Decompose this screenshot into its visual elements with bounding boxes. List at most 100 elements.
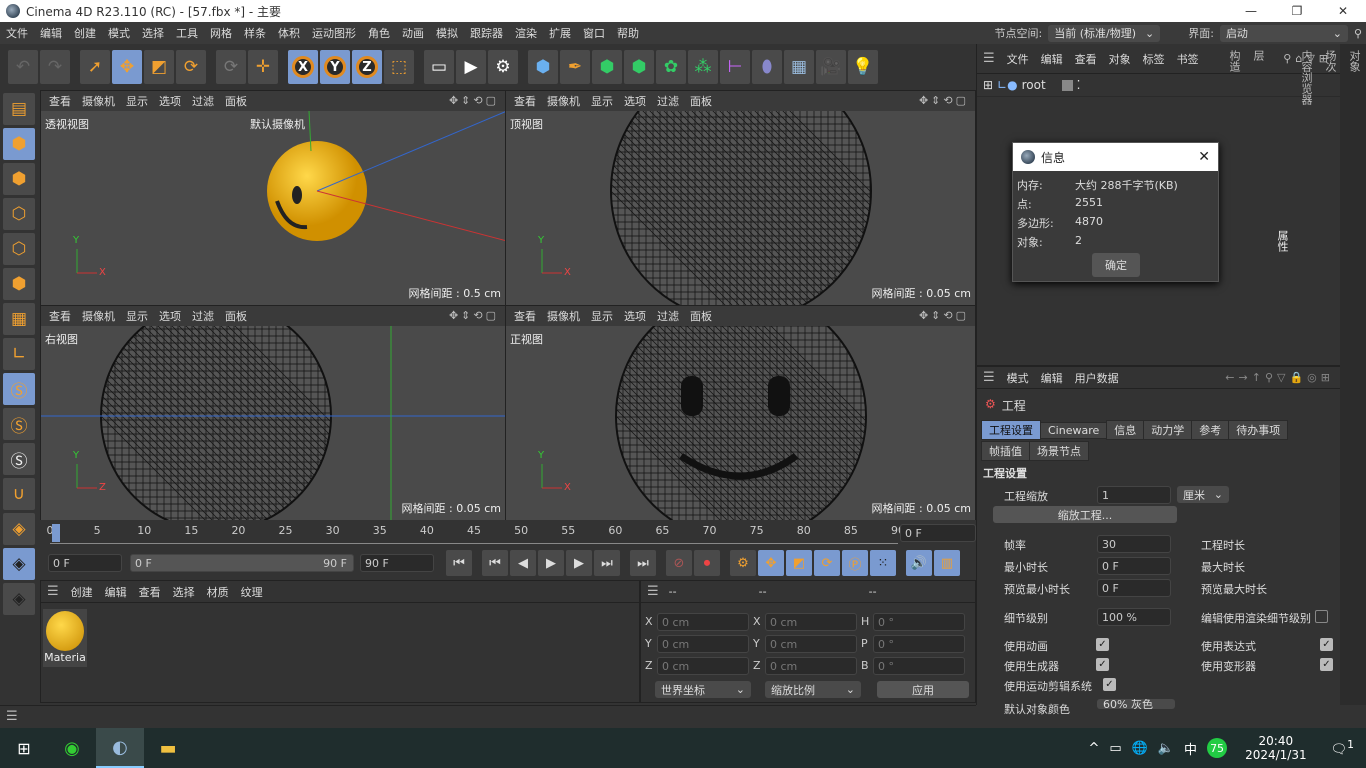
object-row-root[interactable]: ⊞ ∟● root ⁚ bbox=[983, 78, 1080, 92]
panel-menu-item[interactable]: 用户数据 bbox=[1075, 370, 1119, 386]
material-swatch[interactable]: Materia bbox=[43, 609, 87, 667]
panel-menu-item[interactable]: 创建 bbox=[71, 584, 93, 600]
polygon-mode-button[interactable]: ⬢ bbox=[3, 268, 35, 300]
pen-button[interactable]: ✒ bbox=[560, 50, 590, 84]
viewport-menu-item[interactable]: 查看 bbox=[49, 308, 71, 324]
move-tool-button[interactable]: ✥ bbox=[112, 50, 142, 84]
browser-app-icon[interactable]: ◉ bbox=[48, 738, 96, 759]
menu-item[interactable]: 选择 bbox=[136, 25, 170, 41]
viewport-menu-item[interactable]: 过滤 bbox=[657, 93, 679, 109]
viewport-navigation-icons[interactable]: ✥⇕⟲▢ bbox=[919, 94, 969, 107]
expand-icon[interactable]: ⊞ bbox=[983, 78, 993, 92]
panel-menu-item[interactable]: 书签 bbox=[1177, 51, 1199, 67]
viewport-menu-item[interactable]: 显示 bbox=[126, 308, 148, 324]
panel-menu-item[interactable]: 选择 bbox=[173, 584, 195, 600]
previous-key-button[interactable]: ⏮ bbox=[482, 550, 508, 576]
cube-button[interactable]: ⬢ bbox=[528, 50, 558, 84]
viewport-menu-item[interactable]: 摄像机 bbox=[547, 308, 580, 324]
redo-button[interactable]: ↷ bbox=[40, 50, 70, 84]
coordinate-field[interactable]: 0 cm bbox=[765, 635, 857, 653]
viewport[interactable]: 查看 摄像机 显示 选项 过滤 面板 ✥⇕⟲▢ 透视视图 默认摄像机 网格间距 : 0.5 cm Y… bbox=[40, 90, 506, 306]
notifications-icon[interactable]: 🗨1 bbox=[1331, 738, 1354, 757]
viewport-navigation-icons[interactable]: ✥⇕⟲▢ bbox=[449, 309, 499, 322]
coordinate-field[interactable]: 0 ° bbox=[873, 635, 965, 653]
panel-menu-item[interactable]: 材质 bbox=[207, 584, 229, 600]
ime-indicator[interactable]: 中 bbox=[1184, 739, 1197, 758]
make-editable-button[interactable]: ▤ bbox=[3, 93, 35, 125]
hamburger-menu-icon[interactable]: ☰ bbox=[6, 709, 18, 724]
menu-item[interactable]: 模式 bbox=[102, 25, 136, 41]
object-color-dropdown[interactable]: 60% 灰色 bbox=[1097, 699, 1175, 709]
viewport-menu-item[interactable]: 选项 bbox=[159, 308, 181, 324]
coordinate-mode-dropdown[interactable]: 世界坐标 ⌄ bbox=[655, 681, 751, 698]
scale-tool-button[interactable]: ◩ bbox=[144, 50, 174, 84]
menu-item[interactable]: 模拟 bbox=[430, 25, 464, 41]
coordinate-field[interactable]: 0 ° bbox=[873, 657, 965, 675]
panel-menu-item[interactable]: 查看 bbox=[1075, 51, 1097, 67]
dialog-close-button[interactable]: ✕ bbox=[1198, 149, 1210, 165]
workplane-button[interactable]: ◈ bbox=[3, 513, 35, 545]
menu-item[interactable]: 跟踪器 bbox=[464, 25, 509, 41]
snap-settings-button[interactable]: Ⓢ bbox=[3, 408, 35, 440]
key-position-button[interactable]: ✥ bbox=[758, 550, 784, 576]
rotate-tool-button[interactable]: ⟳ bbox=[176, 50, 206, 84]
end-frame-field[interactable]: 90 F bbox=[360, 554, 434, 572]
panel-menu-item[interactable]: 纹理 bbox=[241, 584, 263, 600]
clock[interactable]: 20:40 2024/1/31 bbox=[1245, 734, 1307, 762]
locked-workplane-button[interactable]: ◈ bbox=[3, 548, 35, 580]
minimize-button[interactable]: — bbox=[1228, 0, 1274, 22]
go-to-start-button[interactable]: ⏮ bbox=[446, 550, 472, 576]
layout-dropdown[interactable]: 启动 ⌄ bbox=[1219, 24, 1348, 42]
hamburger-menu-icon[interactable]: ☰ bbox=[647, 584, 659, 599]
timeline-ruler[interactable]: 0 5 10 15 20 25 30 35 40 45 50 55 60 65 70 75 80 85 90 bbox=[47, 524, 905, 544]
value-field[interactable]: 0 F bbox=[1097, 557, 1171, 575]
menu-item[interactable]: 网格 bbox=[204, 25, 238, 41]
attribute-tab[interactable]: 场景节点 bbox=[1029, 441, 1089, 461]
side-tab[interactable]: 内容浏览器 bbox=[1294, 44, 1318, 705]
axis-button[interactable]: ✛ bbox=[248, 50, 278, 84]
maximize-button[interactable]: ❐ bbox=[1274, 0, 1320, 22]
viewport-menu-item[interactable]: 摄像机 bbox=[547, 93, 580, 109]
mograph-button[interactable]: ⁂ bbox=[688, 50, 718, 84]
attribute-tab[interactable]: Cineware bbox=[1040, 422, 1108, 439]
hamburger-menu-icon[interactable]: ☰ bbox=[47, 584, 59, 599]
viewport-menu-item[interactable]: 面板 bbox=[690, 308, 712, 324]
value-field[interactable]: 100 % bbox=[1097, 608, 1171, 626]
panel-menu-item[interactable]: 模式 bbox=[1007, 370, 1029, 386]
value-field[interactable]: 30 bbox=[1097, 535, 1171, 553]
coordinate-field[interactable]: 0 cm bbox=[657, 613, 749, 631]
cloner-button[interactable]: ✿ bbox=[656, 50, 686, 84]
node-space-dropdown[interactable]: 当前 (标准/物理) ⌄ bbox=[1048, 24, 1161, 42]
option-checkbox[interactable]: ✓ bbox=[1096, 658, 1109, 671]
viewport[interactable]: 查看 摄像机 显示 选项 过滤 面板 ✥⇕⟲▢ 顶视图 网格间距 : 0.05 cm Y X bbox=[505, 90, 976, 306]
x-axis-button[interactable]: X bbox=[288, 50, 318, 84]
side-tab[interactable]: 属性 bbox=[1270, 224, 1294, 705]
start-frame-field[interactable]: 0 F bbox=[48, 554, 122, 572]
attribute-tab[interactable]: 工程设置 bbox=[981, 420, 1041, 440]
subdivision-button[interactable]: ⬢ bbox=[592, 50, 622, 84]
menu-item[interactable]: 文件 bbox=[0, 25, 34, 41]
floor-button[interactable]: ▦ bbox=[784, 50, 814, 84]
scale-mode-dropdown[interactable]: 缩放比例 ⌄ bbox=[765, 681, 861, 698]
z-axis-button[interactable]: Z bbox=[352, 50, 382, 84]
viewport-menu-item[interactable]: 显示 bbox=[591, 93, 613, 109]
coordinate-field[interactable]: 0 cm bbox=[657, 657, 749, 675]
panel-menu-item[interactable]: 对象 bbox=[1109, 51, 1131, 67]
quantize-button[interactable]: Ⓢ bbox=[3, 443, 35, 475]
menu-item[interactable]: 渲染 bbox=[509, 25, 543, 41]
viewport-navigation-icons[interactable]: ✥⇕⟲▢ bbox=[449, 94, 499, 107]
go-to-end-button[interactable]: ⏭ bbox=[630, 550, 656, 576]
coordinate-system-button[interactable]: ⬚ bbox=[384, 50, 414, 84]
network-icon[interactable]: 🌐 bbox=[1132, 741, 1148, 756]
side-tab[interactable]: 对象 bbox=[1342, 44, 1366, 705]
menu-item[interactable]: 动画 bbox=[396, 25, 430, 41]
record-keys-button[interactable]: ⊘ bbox=[666, 550, 692, 576]
viewport-menu-item[interactable]: 面板 bbox=[690, 93, 712, 109]
key-rotation-button[interactable]: ⟳ bbox=[814, 550, 840, 576]
y-axis-button[interactable]: Y bbox=[320, 50, 350, 84]
uv-mode-button[interactable]: ▦ bbox=[3, 303, 35, 335]
render-view-button[interactable]: ▭ bbox=[424, 50, 454, 84]
security-badge[interactable]: 75 bbox=[1207, 738, 1228, 758]
coordinate-field[interactable]: 0 cm bbox=[765, 657, 857, 675]
value-field[interactable]: 1 bbox=[1097, 486, 1171, 504]
